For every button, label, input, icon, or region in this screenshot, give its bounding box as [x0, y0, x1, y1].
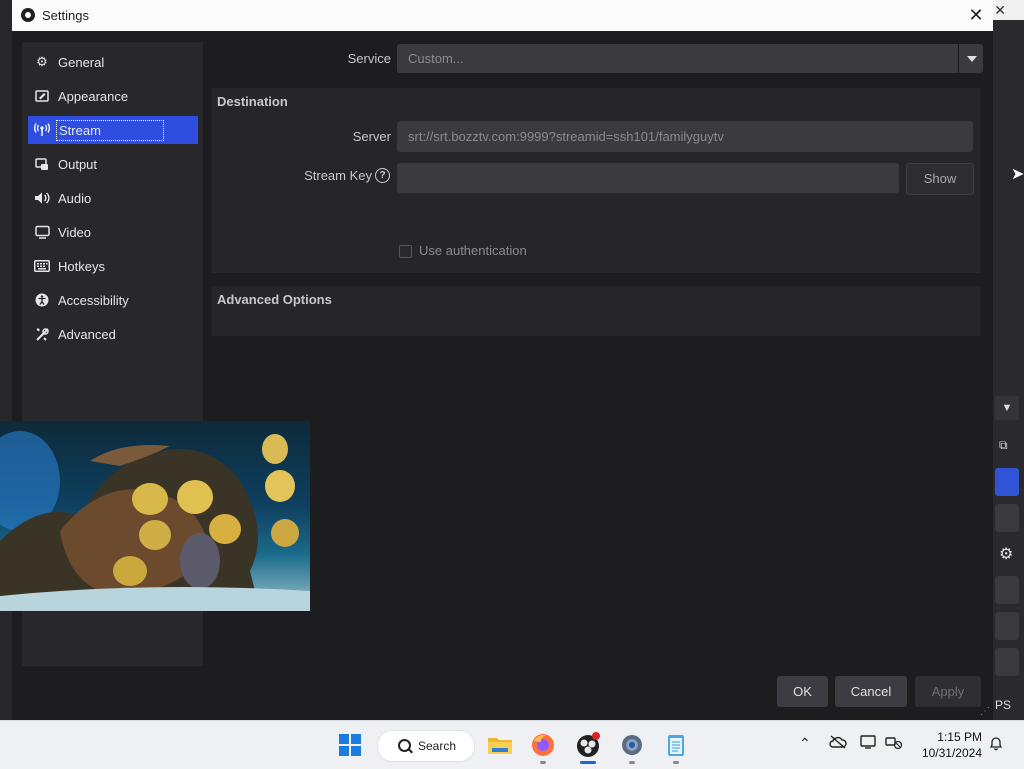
network-disconnected-icon[interactable] [885, 735, 903, 752]
advanced-options-group: Advanced Options [211, 286, 981, 336]
ok-button[interactable]: OK [777, 676, 828, 707]
server-value: srt://srt.bozztv.com:9999?streamid=ssh10… [408, 129, 724, 144]
background-button[interactable] [995, 612, 1019, 640]
aquarium-video-preview [0, 421, 310, 611]
background-window-left [0, 0, 12, 720]
taskbar-clock[interactable]: 1:15 PM 10/31/2024 [912, 729, 982, 761]
mouse-cursor-icon: ➤ [1011, 166, 1024, 183]
background-close-icon: ✕ [994, 2, 1006, 18]
apply-button[interactable]: Apply [915, 676, 981, 707]
display-icon[interactable] [860, 735, 878, 752]
sidebar-item-video[interactable]: Video [28, 218, 198, 246]
destination-title: Destination [217, 94, 288, 109]
server-input[interactable]: srt://srt.bozztv.com:9999?streamid=ssh10… [397, 121, 973, 152]
running-indicator [540, 761, 546, 764]
sidebar-item-stream[interactable]: Stream [28, 116, 198, 144]
active-app-indicator [580, 761, 596, 764]
close-button[interactable]: ✕ [965, 4, 987, 26]
sidebar-item-label: Accessibility [58, 292, 129, 308]
search-icon [398, 739, 411, 752]
notepad-icon[interactable] [663, 732, 689, 758]
sidebar-item-label: General [58, 54, 105, 70]
sidebar-item-output[interactable]: Output [28, 150, 198, 178]
dropdown-separator [958, 44, 959, 73]
sidebar-item-label: Advanced [58, 326, 116, 342]
sidebar-item-label: Video [58, 224, 92, 240]
speaker-icon [34, 190, 50, 206]
search-label: Search [418, 739, 457, 753]
notification-bell-icon[interactable] [988, 735, 1004, 754]
background-button[interactable] [995, 504, 1019, 532]
cloud-offline-icon[interactable] [829, 735, 847, 752]
running-indicator [673, 761, 679, 764]
cancel-button[interactable]: Cancel [835, 676, 907, 707]
settings-dialog: Settings ✕ ⚙ General Appearance Stream O… [12, 0, 993, 720]
taskbar: Search ⌃ 1:15 PM 10/31/2024 [0, 720, 1024, 769]
service-label: Service [347, 51, 391, 66]
sidebar-item-label: Output [58, 156, 98, 172]
gear-icon: ⚙ [36, 54, 48, 69]
chevron-down-icon [967, 56, 977, 62]
sidebar-item-general[interactable]: ⚙ General [28, 48, 198, 76]
sidebar-item-label: Audio [58, 190, 92, 206]
background-restore-icon[interactable]: ⧉ [999, 438, 1008, 453]
resize-grip-icon[interactable]: ⋰ [980, 706, 990, 717]
sidebar-item-hotkeys[interactable]: Hotkeys [28, 252, 198, 280]
obs-logo-icon [21, 8, 35, 22]
settings-gear-icon[interactable] [619, 732, 645, 758]
background-status-text: PS [995, 698, 1012, 712]
output-icon [34, 156, 50, 172]
chevron-up-icon[interactable]: ⌃ [799, 735, 811, 752]
sidebar-item-advanced[interactable]: Advanced [28, 320, 198, 348]
file-explorer-icon[interactable] [487, 732, 513, 758]
background-button[interactable] [995, 576, 1019, 604]
clock-date: 10/31/2024 [921, 746, 982, 760]
background-button[interactable] [995, 648, 1019, 676]
stream-key-input[interactable] [397, 163, 899, 193]
tools-icon [34, 326, 50, 342]
antenna-icon [34, 122, 50, 138]
service-dropdown[interactable]: Custom... [397, 44, 983, 73]
taskbar-search[interactable]: Search [377, 730, 475, 762]
server-label: Server [352, 129, 391, 144]
background-titlebar: ✕ [993, 0, 1024, 20]
background-blue-button[interactable] [995, 468, 1019, 496]
accessibility-icon [34, 292, 50, 308]
use-authentication-label: Use authentication [419, 243, 527, 258]
use-authentication-checkbox[interactable] [399, 245, 412, 258]
windows-start-icon[interactable] [337, 732, 363, 758]
sidebar-item-label: Appearance [58, 88, 129, 104]
running-indicator [629, 761, 635, 764]
keyboard-icon [34, 258, 50, 274]
background-window-right: ✕ ➤ ▼ ⧉ ⚙ PS [993, 0, 1024, 720]
help-icon[interactable]: ? [375, 168, 390, 183]
sidebar-item-accessibility[interactable]: Accessibility [28, 286, 198, 314]
appearance-icon [34, 88, 50, 104]
sidebar-item-label: Hotkeys [58, 258, 105, 274]
title-bar: Settings ✕ [12, 0, 993, 31]
background-dropdown-icon[interactable]: ▼ [995, 396, 1019, 420]
dialog-title: Settings [42, 8, 89, 23]
sidebar-item-audio[interactable]: Audio [28, 184, 198, 212]
stream-key-label: Stream Key [304, 168, 372, 183]
monitor-icon [34, 224, 50, 240]
advanced-options-title: Advanced Options [217, 292, 332, 307]
obs-studio-icon[interactable] [575, 732, 601, 758]
firefox-icon[interactable] [530, 732, 556, 758]
service-value: Custom... [408, 51, 464, 66]
show-key-button[interactable]: Show [906, 163, 974, 195]
sidebar-item-appearance[interactable]: Appearance [28, 82, 198, 110]
sidebar-item-label: Stream [56, 119, 164, 141]
clock-time: 1:15 PM [937, 730, 982, 744]
background-gear-icon[interactable]: ⚙ [999, 544, 1013, 564]
